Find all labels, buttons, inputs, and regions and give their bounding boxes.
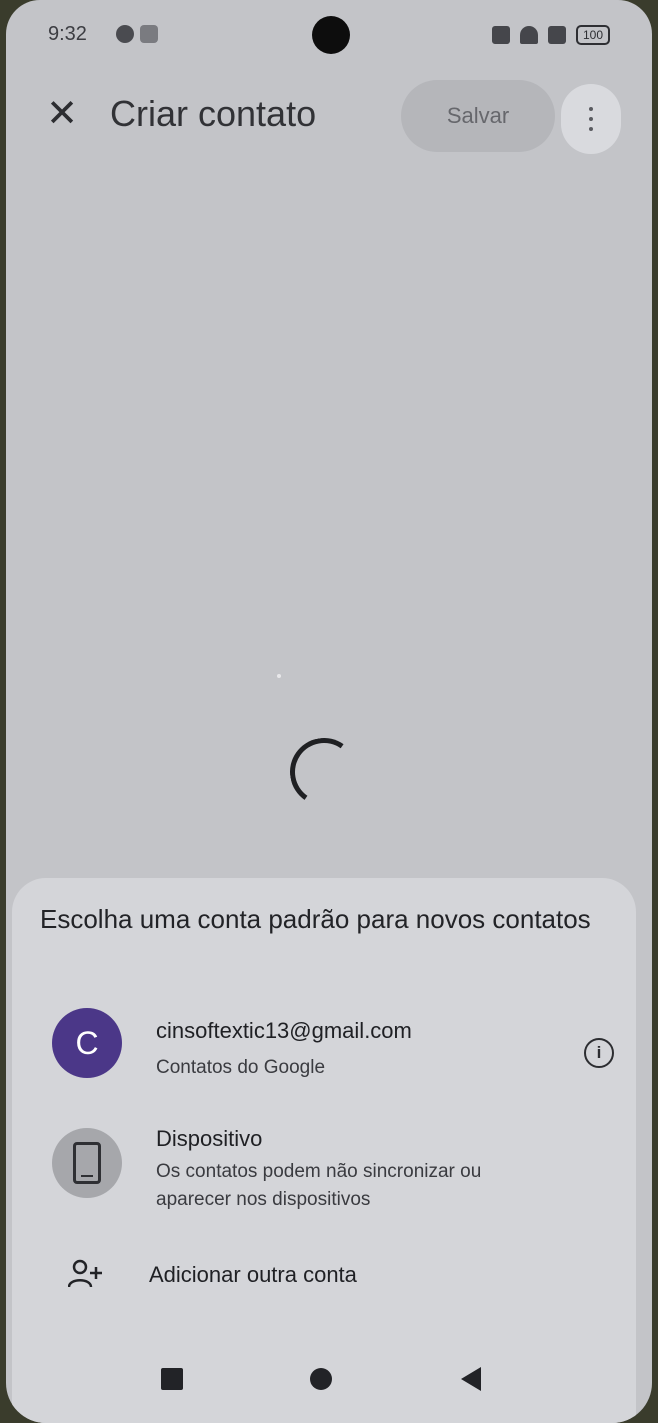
person-add-icon xyxy=(68,1259,102,1288)
home-button[interactable] xyxy=(304,1362,338,1396)
notification-icon xyxy=(116,25,134,43)
status-icons: 100 xyxy=(491,25,610,45)
status-time: 9:32 xyxy=(48,23,87,45)
status-bar: 9:32 100 xyxy=(6,16,652,54)
account-picker-sheet: Escolha uma conta padrão para novos cont… xyxy=(12,878,636,1423)
avatar[interactable]: C xyxy=(52,1008,122,1078)
front-camera xyxy=(312,16,350,54)
page-title: Criar contato xyxy=(110,93,317,134)
phone-screen: 9:32 100 ✕ Criar contato Salvar Escolha … xyxy=(6,0,652,1423)
device-label: Dispositivo xyxy=(156,1126,263,1151)
add-account-button[interactable]: Adicionar outra conta xyxy=(54,1244,414,1304)
wifi-icon xyxy=(519,26,538,44)
more-options-button[interactable] xyxy=(561,84,621,154)
close-icon[interactable]: ✕ xyxy=(40,92,84,136)
device-avatar[interactable] xyxy=(52,1128,122,1198)
recents-icon xyxy=(161,1368,183,1390)
smartphone-icon xyxy=(73,1142,101,1184)
home-icon xyxy=(310,1368,332,1390)
device-description: Os contatos podem não sincronizar ou apa… xyxy=(156,1161,482,1210)
recents-button[interactable] xyxy=(155,1362,189,1396)
sheet-title: Escolha uma conta padrão para novos cont… xyxy=(40,904,591,934)
nfc-icon xyxy=(491,26,510,44)
top-app-bar: ✕ Criar contato Salvar xyxy=(6,76,652,156)
loading-spinner xyxy=(284,732,364,812)
account-row-google[interactable]: C cinsoftextic13@gmail.com Contatos do G… xyxy=(52,1008,612,1088)
info-icon[interactable]: i xyxy=(584,1038,614,1068)
save-button[interactable]: Salvar xyxy=(401,80,555,152)
system-nav-bar xyxy=(6,1350,652,1410)
account-type: Contatos do Google xyxy=(156,1057,326,1078)
back-icon xyxy=(461,1367,481,1391)
add-account-label: Adicionar outra conta xyxy=(149,1262,357,1287)
back-button[interactable] xyxy=(454,1362,488,1396)
more-vert-icon xyxy=(589,117,593,121)
notification-icon xyxy=(140,25,158,43)
account-email: cinsoftextic13@gmail.com xyxy=(156,1018,412,1043)
battery-icon: 100 xyxy=(575,25,610,45)
account-row-device[interactable]: Dispositivo Os contatos podem não sincro… xyxy=(52,1126,612,1218)
sim-icon xyxy=(547,26,566,44)
scroll-indicator xyxy=(277,674,281,678)
